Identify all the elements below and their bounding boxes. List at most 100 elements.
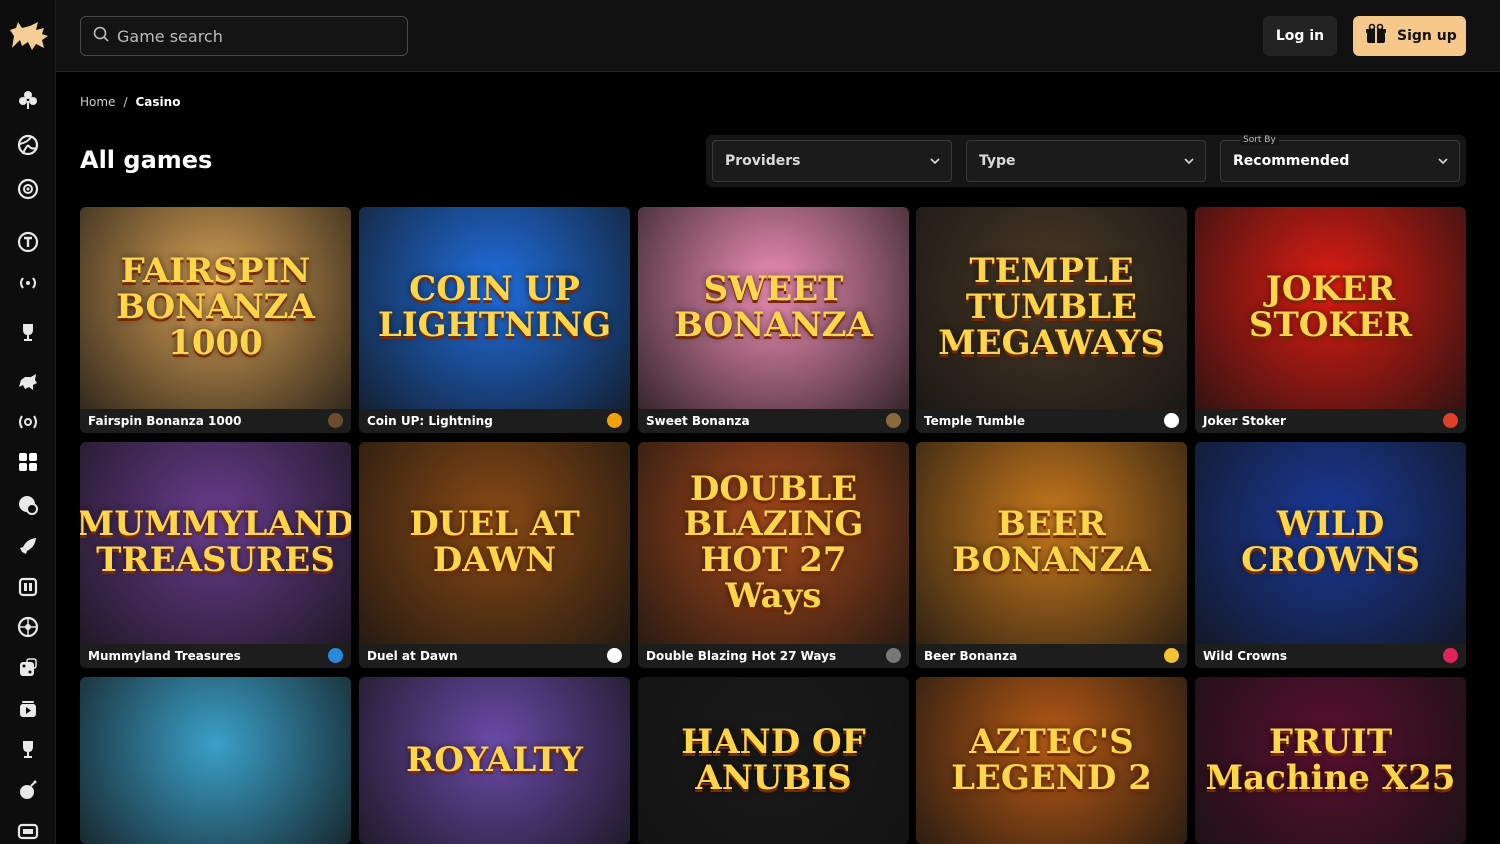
provider-logo-icon — [1443, 648, 1458, 663]
breadcrumb-home-link[interactable]: Home — [80, 95, 115, 109]
game-thumbnail-title: WILD CROWNS — [1241, 504, 1420, 580]
game-name: Sweet Bonanza — [638, 409, 909, 433]
game-card[interactable]: DOUBLE BLAZING HOT 27 Ways Double Blazing… — [638, 442, 909, 668]
game-thumbnail-title: FRUIT Machine X25 — [1205, 721, 1456, 798]
game-card[interactable]: SWEET BONANZA Sweet Bonanza — [638, 207, 909, 433]
game-thumbnail[interactable]: FRUIT Machine X25 — [1195, 677, 1466, 844]
logo-lion-icon[interactable] — [8, 18, 50, 54]
game-card[interactable]: ROYALTY — [359, 677, 630, 844]
game-card[interactable] — [80, 677, 351, 844]
provider-logo-icon — [1164, 413, 1179, 428]
game-card[interactable]: HAND OF ANUBIS — [638, 677, 909, 844]
game-card[interactable]: FAIRSPIN BONANZA 1000 Fairspin Bonanza 10… — [80, 207, 351, 433]
breadcrumb-separator: / — [123, 95, 128, 109]
sort-dropdown[interactable]: Recommended — [1220, 140, 1460, 182]
trophy-icon[interactable] — [16, 320, 40, 344]
cup-icon[interactable] — [16, 737, 40, 761]
game-thumbnail[interactable]: MUMMYLAND TREASURES — [80, 442, 351, 644]
game-thumbnail[interactable]: BEER BONANZA — [916, 442, 1187, 644]
t-coin-icon[interactable] — [16, 230, 40, 254]
game-thumbnail-title: BEER BONANZA — [952, 504, 1151, 580]
game-name: Double Blazing Hot 27 Ways — [638, 644, 909, 668]
rocket-icon[interactable] — [16, 534, 40, 558]
provider-logo-icon — [886, 648, 901, 663]
lion-icon[interactable] — [16, 370, 40, 394]
game-thumbnail[interactable]: FAIRSPIN BONANZA 1000 — [80, 207, 351, 409]
game-name: Fairspin Bonanza 1000 — [80, 409, 351, 433]
game-thumbnail-title: FAIRSPIN BONANZA 1000 — [116, 251, 315, 363]
game-thumbnail[interactable]: HAND OF ANUBIS — [638, 677, 909, 844]
game-name: Duel at Dawn — [359, 644, 630, 668]
search-input[interactable] — [117, 26, 387, 46]
game-card[interactable]: JOKER STOKER Joker Stoker — [1195, 207, 1466, 433]
grid-icon[interactable] — [16, 450, 40, 474]
game-thumbnail[interactable]: SWEET BONANZA — [638, 207, 909, 409]
breadcrumb-current: Casino — [135, 95, 181, 109]
card-stack-icon[interactable] — [16, 697, 40, 721]
search-box[interactable] — [80, 16, 408, 56]
roulette-icon[interactable] — [16, 177, 40, 201]
providers-dropdown[interactable]: Providers — [712, 140, 952, 182]
live-signal-icon[interactable] — [16, 410, 40, 434]
game-thumbnail-title: COIN UP LIGHTNING — [377, 269, 612, 345]
game-thumbnail[interactable]: TEMPLE TUMBLE MEGAWAYS — [916, 207, 1187, 409]
game-thumbnail-title: MUMMYLAND TREASURES — [80, 504, 351, 580]
breadcrumb: Home / Casino — [80, 95, 180, 109]
signup-button[interactable]: Sign up — [1353, 16, 1466, 56]
tv-icon[interactable] — [16, 820, 40, 844]
game-card[interactable]: WILD CROWNS Wild Crowns — [1195, 442, 1466, 668]
game-card[interactable]: DUEL AT DAWN Duel at Dawn — [359, 442, 630, 668]
game-thumbnail[interactable]: JOKER STOKER — [1195, 207, 1466, 409]
game-name: Temple Tumble — [916, 409, 1187, 433]
chevron-down-icon — [930, 158, 940, 165]
provider-logo-icon — [328, 648, 343, 663]
game-thumbnail-title: DUEL AT DAWN — [409, 504, 580, 580]
slot-machine-icon[interactable] — [16, 575, 40, 599]
game-thumbnail-title: ROYALTY — [405, 739, 584, 780]
game-card[interactable]: TEMPLE TUMBLE MEGAWAYS Temple Tumble — [916, 207, 1187, 433]
provider-logo-icon — [1443, 413, 1458, 428]
volleyball-icon[interactable] — [16, 133, 40, 157]
chevron-down-icon — [1184, 158, 1194, 165]
wheel-icon[interactable] — [16, 615, 40, 639]
sidebar — [0, 0, 56, 844]
game-thumbnail-title: SWEET BONANZA — [674, 269, 873, 345]
clover-icon[interactable] — [16, 88, 40, 112]
game-name: Joker Stoker — [1195, 409, 1466, 433]
sort-value: Recommended — [1233, 153, 1350, 169]
game-thumbnail[interactable]: DUEL AT DAWN — [359, 442, 630, 644]
sort-by-label: Sort By — [1240, 135, 1279, 145]
chevron-down-icon — [1438, 158, 1448, 165]
search-icon — [93, 26, 117, 46]
game-card[interactable]: AZTEC'S LEGEND 2 — [916, 677, 1187, 844]
game-thumbnail[interactable]: COIN UP LIGHTNING — [359, 207, 630, 409]
game-thumbnail[interactable]: ROYALTY — [359, 677, 630, 844]
live-broadcast-icon[interactable] — [16, 271, 40, 295]
game-thumbnail-title: AZTEC'S LEGEND 2 — [951, 721, 1152, 798]
game-card[interactable]: FRUIT Machine X25 — [1195, 677, 1466, 844]
poker-chip-icon[interactable] — [16, 493, 40, 517]
dice-icon[interactable] — [16, 656, 40, 680]
type-dropdown[interactable]: Type — [966, 140, 1206, 182]
game-thumbnail[interactable]: WILD CROWNS — [1195, 442, 1466, 644]
login-button[interactable]: Log in — [1263, 16, 1337, 56]
type-label: Type — [979, 153, 1016, 169]
game-card[interactable]: BEER BONANZA Beer Bonanza — [916, 442, 1187, 668]
game-name: Beer Bonanza — [916, 644, 1187, 668]
game-thumbnail-title: HAND OF ANUBIS — [681, 721, 866, 798]
providers-label: Providers — [725, 153, 801, 169]
provider-logo-icon — [886, 413, 901, 428]
game-thumbnail-title: DOUBLE BLAZING HOT 27 Ways — [683, 468, 864, 616]
game-card[interactable]: MUMMYLAND TREASURES Mummyland Treasures — [80, 442, 351, 668]
game-name: Wild Crowns — [1195, 644, 1466, 668]
game-card[interactable]: COIN UP LIGHTNING Coin UP: Lightning — [359, 207, 630, 433]
game-thumbnail[interactable]: AZTEC'S LEGEND 2 — [916, 677, 1187, 844]
signup-label: Sign up — [1397, 28, 1457, 44]
page-title: All games — [80, 146, 213, 174]
bomb-icon[interactable] — [16, 778, 40, 802]
game-thumbnail[interactable] — [80, 677, 351, 844]
game-thumbnail-title: JOKER STOKER — [1248, 269, 1413, 345]
game-thumbnail[interactable]: DOUBLE BLAZING HOT 27 Ways — [638, 442, 909, 644]
game-name: Coin UP: Lightning — [359, 409, 630, 433]
game-thumbnail-title: TEMPLE TUMBLE MEGAWAYS — [938, 251, 1165, 363]
